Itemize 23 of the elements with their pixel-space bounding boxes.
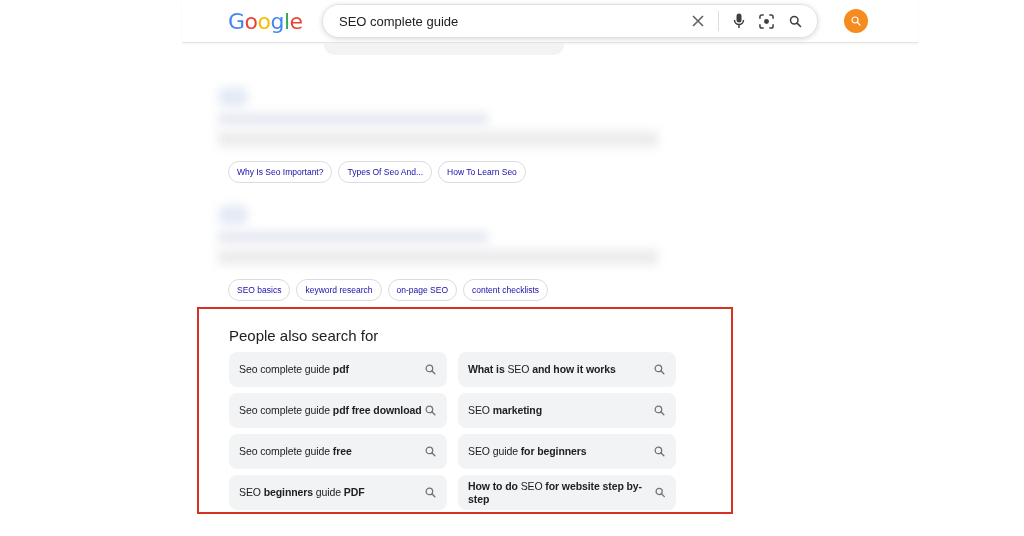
related-search[interactable]: SEO guide for beginners: [458, 434, 676, 469]
suggestion-chip[interactable]: content checklists: [463, 279, 549, 301]
related-search[interactable]: SEO marketing: [458, 393, 676, 428]
close-icon[interactable]: [692, 15, 704, 27]
related-search[interactable]: Seo complete guide pdf: [229, 352, 447, 387]
suggestion-chip[interactable]: on-page SEO: [387, 279, 457, 301]
suggestion-chip[interactable]: How To Learn Seo: [438, 161, 526, 183]
related-search[interactable]: What is SEO and how it works: [458, 352, 676, 387]
suggestion-chip[interactable]: keyword research: [296, 279, 382, 301]
suggestion-chip[interactable]: Why Is Seo Important?: [228, 161, 333, 183]
section-title: People also search for: [229, 327, 380, 344]
suggestion-chip[interactable]: SEO basics: [228, 279, 291, 301]
suggestion-chip[interactable]: Types Of Seo And...: [338, 161, 433, 183]
logo[interactable]: Google: [228, 8, 322, 34]
search-icon[interactable]: [788, 13, 803, 29]
related-search[interactable]: Seo complete guide free: [229, 434, 447, 469]
related-search[interactable]: How to do SEO for website step by-step: [458, 475, 676, 510]
search-input[interactable]: SEO complete guide: [337, 12, 678, 30]
avatar[interactable]: [844, 9, 868, 33]
camera-icon[interactable]: [759, 13, 774, 29]
related-search[interactable]: SEO beginners guide PDF: [229, 475, 447, 510]
related-search[interactable]: Seo complete guide pdf free download: [229, 393, 447, 428]
microphone-icon[interactable]: [733, 13, 745, 29]
